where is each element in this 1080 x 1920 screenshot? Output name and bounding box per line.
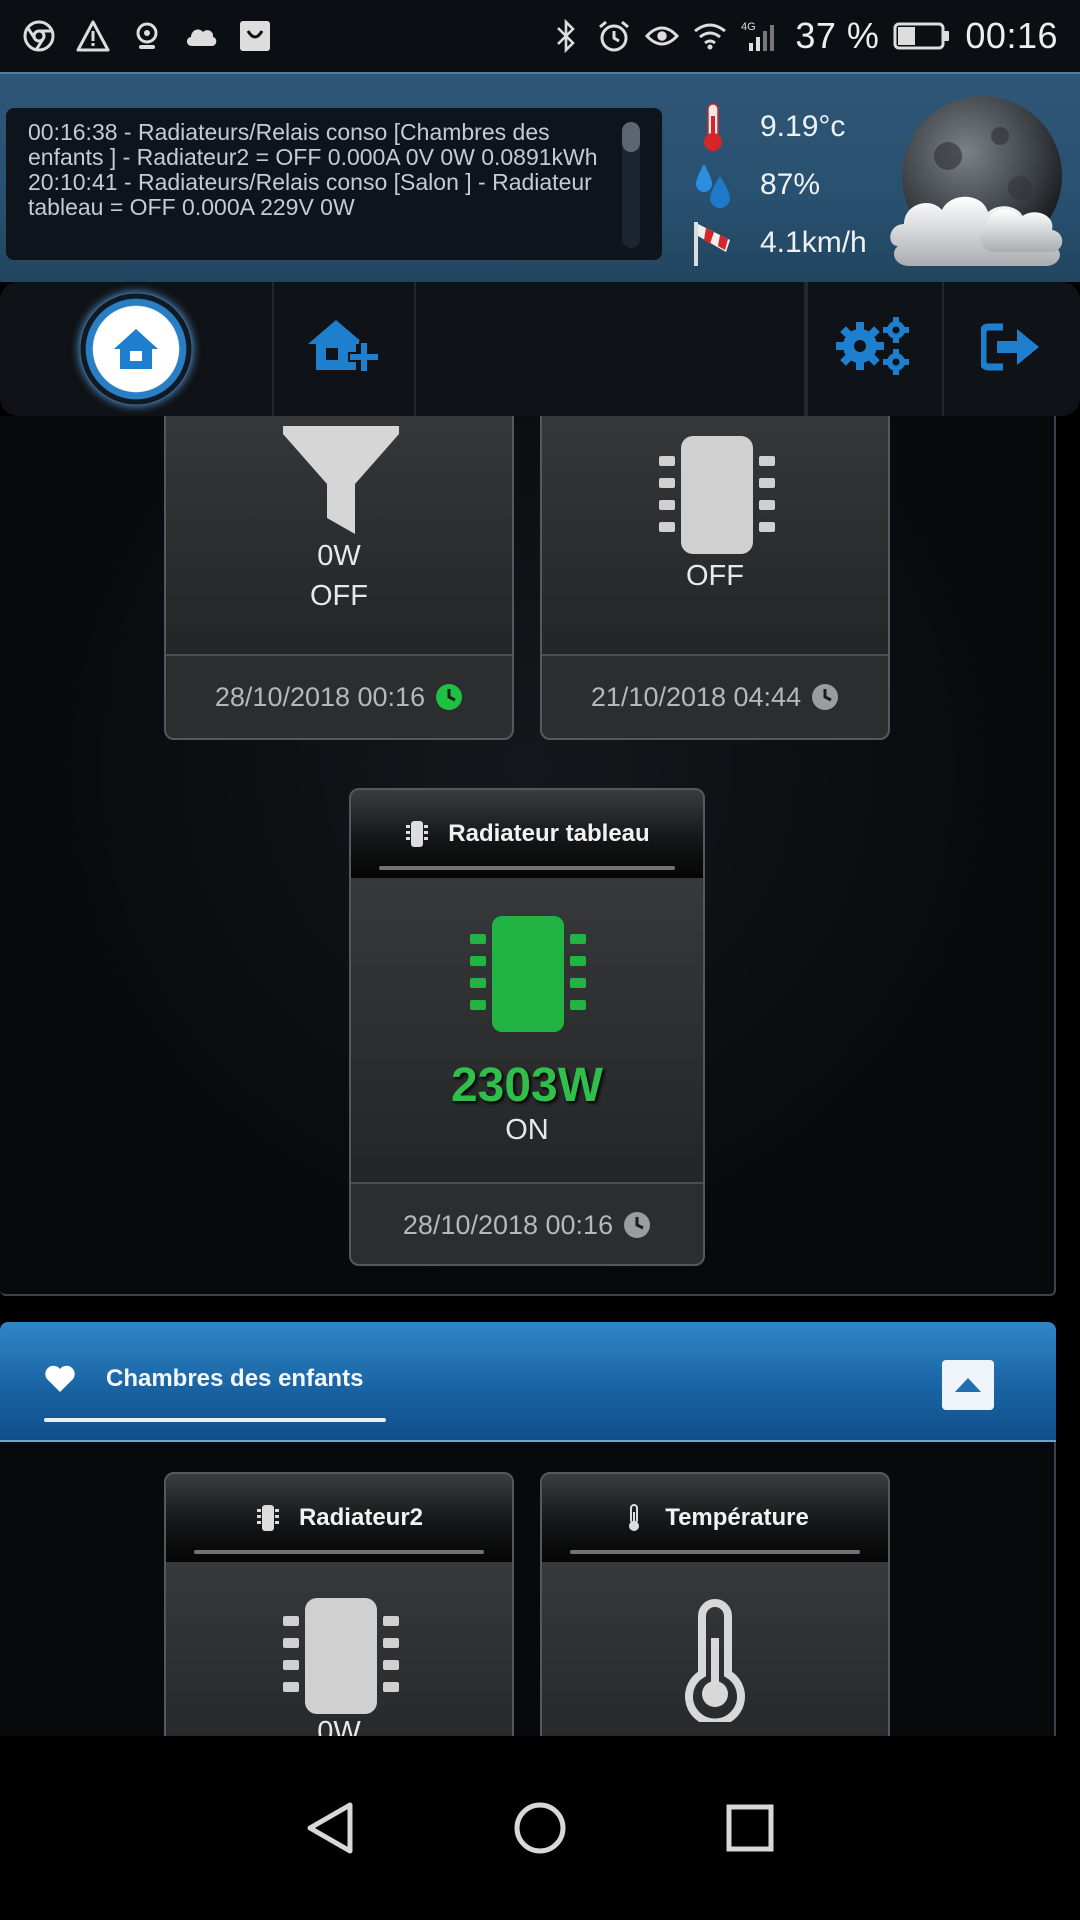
log-scrollbar-thumb[interactable] xyxy=(622,122,640,152)
back-button[interactable] xyxy=(300,1798,360,1858)
nav-spacer xyxy=(416,282,806,416)
card-header: Radiateur tableau xyxy=(351,790,703,878)
home-icon xyxy=(80,293,192,405)
section-tab[interactable]: Chambres des enfants xyxy=(44,1364,363,1394)
card-footer: 28/10/2018 00:16 xyxy=(351,1182,703,1264)
wifi-icon xyxy=(693,19,727,53)
chevron-up-icon xyxy=(955,1378,981,1392)
card-radiateur2[interactable]: Radiateur2 0W xyxy=(164,1472,514,1736)
gears-icon xyxy=(836,316,914,383)
card-header: Radiateur2 xyxy=(166,1474,512,1562)
dashboard-content[interactable]: 0W OFF 28/10/2018 00:16 OFF 21/10/2018 0… xyxy=(0,416,1080,1736)
clock-icon xyxy=(624,1212,651,1238)
radiator-chip-icon-on xyxy=(468,914,588,1039)
recents-button[interactable] xyxy=(720,1798,780,1858)
home-circle-icon xyxy=(514,1802,566,1854)
system-nav-bar xyxy=(0,1736,1080,1920)
last-update: 28/10/2018 00:16 xyxy=(214,681,426,712)
radiator-power-value: 2303W xyxy=(450,1059,604,1112)
heart-icon xyxy=(45,1365,75,1392)
chip-icon xyxy=(255,1503,281,1533)
card-temperature[interactable]: Température xyxy=(540,1472,890,1736)
event-log[interactable]: 00:16:38 - Radiateurs/Relais conso [Cham… xyxy=(6,108,662,260)
humidity-drops-icon xyxy=(688,160,738,210)
radiator-state: ON xyxy=(505,1114,549,1146)
chrome-icon xyxy=(22,19,56,53)
last-update: 28/10/2018 00:16 xyxy=(402,1209,614,1240)
weather-temperature: 9.19°c xyxy=(760,110,846,143)
weather-humidity: 87% xyxy=(760,168,821,201)
log-line: 20:10:41 - Radiateurs/Relais conso [Salo… xyxy=(28,169,592,220)
collapse-button[interactable] xyxy=(942,1360,994,1410)
windsock-icon xyxy=(688,218,738,268)
home-nav-button[interactable] xyxy=(510,1798,570,1858)
log-scrollbar[interactable] xyxy=(622,122,640,248)
thermometer-icon xyxy=(688,102,738,152)
bluetooth-icon xyxy=(549,19,583,53)
home-button[interactable] xyxy=(0,282,274,416)
clock-time: 00:16 xyxy=(965,15,1058,56)
card-title: Température xyxy=(665,1504,809,1531)
clock-icon xyxy=(812,684,839,710)
card-consumption[interactable]: 0W OFF 28/10/2018 00:16 xyxy=(164,416,514,740)
sign-out-icon xyxy=(979,323,1043,376)
relay-state: OFF xyxy=(686,560,744,592)
battery-icon xyxy=(893,19,951,53)
warning-icon xyxy=(76,19,110,53)
battery-percent: 37 % xyxy=(795,15,880,56)
section-chambres xyxy=(0,1442,1056,1736)
recents-square-icon xyxy=(726,1804,774,1852)
app-header: 00:16:38 - Radiateurs/Relais conso [Cham… xyxy=(0,72,1080,282)
thermometer-large-icon xyxy=(680,1598,750,1727)
title-underline xyxy=(570,1550,860,1554)
card-title: Radiateur2 xyxy=(298,1504,424,1531)
card-radiateur-tableau[interactable]: Radiateur tableau 2303W ON 28/10/2018 00… xyxy=(349,788,705,1266)
consumption-value: 0W xyxy=(317,540,361,572)
signal-icon: 4G xyxy=(741,19,781,53)
consumption-state: OFF xyxy=(310,580,368,612)
store-icon xyxy=(238,19,272,53)
relay-chip-icon xyxy=(657,434,777,563)
card-header: Température xyxy=(542,1474,888,1562)
radiator2-chip-icon xyxy=(281,1596,401,1721)
add-home-button[interactable] xyxy=(274,282,416,416)
status-bar: 4G 37 % 00:16 xyxy=(0,0,1080,72)
location-icon xyxy=(130,19,164,53)
radiator2-value: 0W xyxy=(317,1716,361,1736)
log-line: 00:16:38 - Radiateurs/Relais conso [Cham… xyxy=(28,119,598,170)
thermometer-small-icon xyxy=(621,1503,647,1533)
settings-button[interactable] xyxy=(806,282,944,416)
eye-icon xyxy=(645,19,680,53)
back-triangle-icon xyxy=(307,1802,353,1854)
svg-text:4G: 4G xyxy=(741,21,756,33)
alarm-icon xyxy=(597,19,631,53)
section-header-chambres: Chambres des enfants xyxy=(0,1322,1056,1442)
nav-bar xyxy=(0,282,1080,416)
home-plus-icon xyxy=(306,316,382,383)
weather-panel: 9.19°c 87% 4.1km/h xyxy=(688,98,878,272)
moon-cloud-icon xyxy=(890,96,1066,266)
section-title: Chambres des enfants xyxy=(106,1365,364,1392)
card-footer: 28/10/2018 00:16 xyxy=(166,654,512,738)
card-title: Radiateur tableau xyxy=(448,820,650,847)
clock-icon xyxy=(436,684,463,710)
title-underline xyxy=(379,866,675,870)
last-update: 21/10/2018 04:44 xyxy=(590,681,802,712)
cloud-icon xyxy=(184,19,218,53)
logout-button[interactable] xyxy=(944,282,1080,416)
title-underline xyxy=(194,1550,484,1554)
funnel-icon xyxy=(281,422,401,547)
card-footer: 21/10/2018 04:44 xyxy=(542,654,888,738)
section-underline xyxy=(44,1418,386,1422)
weather-wind: 4.1km/h xyxy=(760,226,867,259)
card-relay[interactable]: OFF 21/10/2018 04:44 xyxy=(540,416,890,740)
chip-icon xyxy=(404,819,430,849)
